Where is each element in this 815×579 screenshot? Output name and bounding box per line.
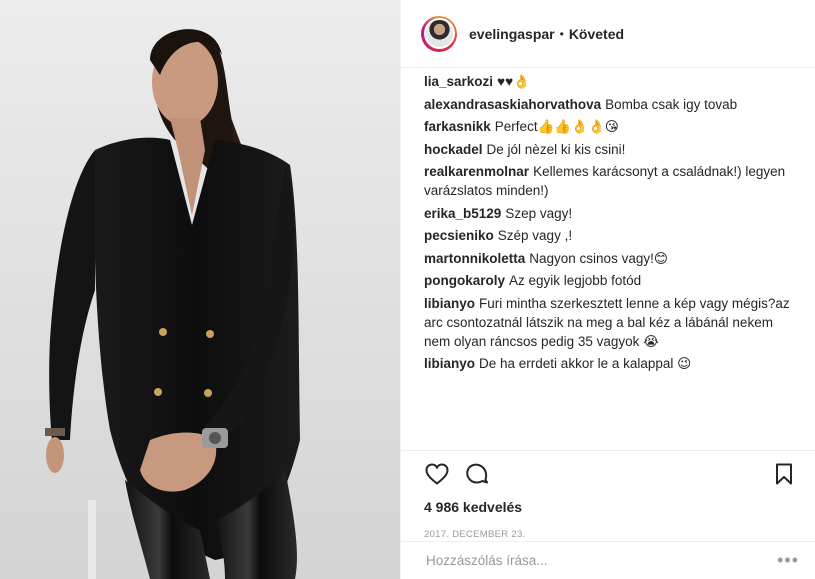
comment-username[interactable]: martonnikoletta (424, 251, 525, 266)
comment-item: pongokaroly Az egyik legjobb fotód (424, 271, 793, 290)
avatar[interactable] (421, 15, 457, 52)
comment-username[interactable]: alexandrasaskiahorvathova (424, 97, 601, 112)
comment-item: realkarenmolnar Kellemes karácsonyt a csa… (424, 162, 793, 200)
comment-username[interactable]: pongokaroly (424, 273, 505, 288)
comment-item: libianyo De ha errdeti akkor le a kalappa… (424, 354, 793, 373)
bookmark-icon[interactable] (771, 461, 797, 487)
comments-list[interactable]: lia_sarkozi ♥♥👌 alexandrasaskiahorvathova… (401, 72, 815, 448)
post-date[interactable]: 2017. DECEMBER 23. (401, 529, 815, 540)
avatar-image (423, 18, 455, 49)
comment-item: libianyo Furi mintha szerkesztett lenne a… (424, 294, 793, 351)
comment-item: farkasnikk Perfect👍👍👌👌😘 (424, 117, 793, 136)
action-icon-row (401, 451, 815, 497)
comment-text: Furi mintha szerkesztett lenne a kép vag… (424, 295, 790, 349)
header-separator: • (559, 26, 564, 41)
comment-text: Szép vagy ,! (497, 228, 573, 243)
comment-input[interactable] (424, 552, 778, 569)
comment-icon[interactable] (464, 461, 490, 487)
add-comment-bar: ••• (401, 541, 815, 579)
comment-username[interactable]: erika_b5129 (424, 206, 501, 221)
comment-username[interactable]: pecsieniko (424, 228, 494, 243)
comment-text: De jól nèzel ki kis csini! (486, 141, 626, 157)
comment-username[interactable]: libianyo (424, 356, 475, 371)
post-header: evelingaspar • Követed (401, 0, 815, 68)
post-sidebar: evelingaspar • Követed lia_sarkozi ♥♥👌 al… (400, 0, 815, 579)
likes-count[interactable]: 4 986 kedvelés (401, 499, 815, 515)
header-username[interactable]: evelingaspar (469, 26, 555, 42)
post-photo[interactable] (0, 0, 400, 579)
comment-text: Bomba csak igy tovab (605, 96, 738, 112)
comment-item: hockadel De jól nèzel ki kis csini! (424, 140, 793, 159)
comment-text: Perfect👍👍👌👌😘 (494, 119, 619, 134)
comment-username[interactable]: realkarenmolnar (424, 164, 529, 179)
comment-item: martonnikoletta Nagyon csinos vagy!😊 (424, 249, 793, 268)
comment-item: erika_b5129 Szep vagy! (424, 204, 793, 223)
comment-username[interactable]: hockadel (424, 142, 483, 157)
comment-item: alexandrasaskiahorvathova Bomba csak igy … (424, 95, 793, 114)
comment-text: Az egyik legjobb fotód (509, 273, 642, 288)
heart-icon[interactable] (424, 461, 450, 487)
comment-text: Szep vagy! (505, 205, 573, 221)
ellipsis-icon[interactable]: ••• (777, 550, 799, 571)
woman-in-black-blazer-image (0, 0, 400, 579)
comment-text: De ha errdeti akkor le a kalappal 😉 (479, 356, 692, 371)
comment-username[interactable]: libianyo (424, 296, 475, 311)
comment-text: Nagyon csinos vagy!😊 (529, 250, 668, 266)
comment-item: pecsieniko Szép vagy ,! (424, 226, 793, 245)
post-actions: 4 986 kedvelés 2017. DECEMBER 23. (401, 450, 815, 540)
instagram-post: evelingaspar • Követed lia_sarkozi ♥♥👌 al… (0, 0, 815, 579)
comment-item: lia_sarkozi ♥♥👌 (424, 72, 793, 91)
follow-status-button[interactable]: Követed (569, 26, 624, 42)
comment-text: ♥♥👌 (497, 74, 530, 89)
comment-username[interactable]: farkasnikk (424, 119, 491, 134)
comment-username[interactable]: lia_sarkozi (424, 74, 493, 89)
